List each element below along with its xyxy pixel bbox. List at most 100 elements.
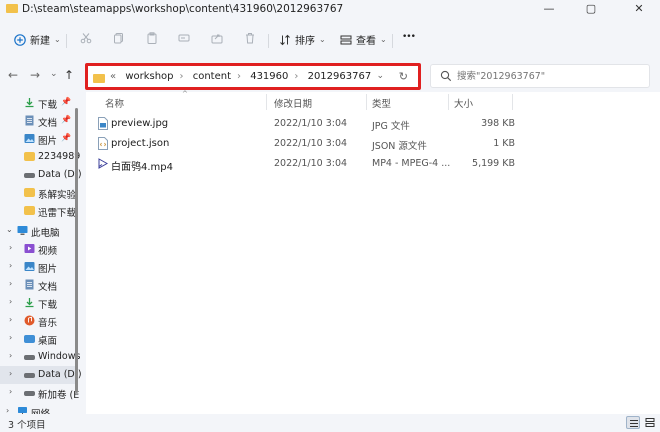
share-icon bbox=[211, 34, 223, 44]
more-options-button[interactable]: ••• bbox=[402, 32, 416, 42]
table-row[interactable]: project.json 2022/1/10 3:04 JSON 源文件 1 K… bbox=[86, 134, 660, 154]
details-view-icon bbox=[630, 420, 638, 427]
maximize-button[interactable]: ▢ bbox=[580, 2, 602, 15]
sort-button[interactable]: 排序 ⌄ bbox=[279, 32, 326, 47]
folder-icon bbox=[24, 152, 35, 161]
folder-icon bbox=[24, 188, 35, 197]
document-icon bbox=[25, 115, 34, 126]
chevron-down-icon: ⌄ bbox=[380, 35, 387, 44]
sort-label: 排序 bbox=[295, 36, 315, 47]
item-count: 3 个项目 bbox=[8, 420, 46, 431]
sidebar-item-downloads-pc[interactable]: › 下载 bbox=[0, 294, 78, 312]
sidebar-item-pictures-pc[interactable]: › 图片 bbox=[0, 258, 78, 276]
column-header-type[interactable]: 类型 bbox=[372, 96, 391, 110]
sidebar-item-documents-pc[interactable]: › 文档 bbox=[0, 276, 78, 294]
address-dropdown-button[interactable]: ⌄ bbox=[376, 71, 384, 81]
column-header-name[interactable]: 名称 bbox=[105, 96, 124, 110]
sidebar-item-videos[interactable]: › 视频 bbox=[0, 240, 78, 258]
breadcrumb-overflow[interactable]: « bbox=[110, 71, 116, 82]
drive-icon bbox=[24, 173, 35, 178]
address-bar[interactable]: « workshop › content › 431960 › 2012963767 … bbox=[85, 63, 421, 90]
copy-button[interactable] bbox=[113, 32, 125, 44]
window-title: D:\steam\steamapps\workshop\content\4319… bbox=[22, 3, 344, 15]
navigation-row: ← → ⌄ ↑ « workshop › content › 431960 › 201… bbox=[0, 58, 660, 92]
breadcrumb: « workshop › content › 431960 › 2012963767 bbox=[110, 71, 371, 82]
rename-button[interactable] bbox=[178, 32, 190, 44]
title-bar: D:\steam\steamapps\workshop\content\4319… bbox=[0, 0, 660, 22]
chevron-right-icon: › bbox=[9, 243, 13, 252]
sidebar-item-xunlei[interactable]: 迅雷下载 bbox=[0, 202, 78, 220]
pictures-icon bbox=[24, 134, 35, 143]
delete-button[interactable] bbox=[244, 32, 256, 44]
drive-icon bbox=[24, 373, 35, 378]
column-divider[interactable] bbox=[448, 94, 449, 110]
video-icon bbox=[24, 244, 35, 253]
refresh-button[interactable]: ↻ bbox=[399, 70, 408, 83]
download-icon bbox=[25, 298, 34, 308]
rename-icon bbox=[178, 34, 190, 42]
breadcrumb-content[interactable]: content bbox=[193, 71, 231, 82]
chevron-right-icon: › bbox=[9, 279, 13, 288]
sort-ascending-icon: ^ bbox=[182, 90, 188, 98]
breadcrumb-2012963767[interactable]: 2012963767 bbox=[308, 71, 372, 82]
search-box[interactable] bbox=[430, 64, 650, 88]
tiles-view-button[interactable] bbox=[643, 416, 657, 429]
chevron-right-icon: › bbox=[9, 315, 13, 324]
table-row[interactable]: preview.jpg 2022/1/10 3:04 JPG 文件 398 KB bbox=[86, 114, 660, 134]
breadcrumb-431960[interactable]: 431960 bbox=[250, 71, 288, 82]
paste-button[interactable] bbox=[146, 32, 158, 44]
sidebar-item-downloads[interactable]: 下载 📌 bbox=[0, 94, 78, 112]
sidebar-item-documents[interactable]: 文档 📌 bbox=[0, 112, 78, 130]
pictures-icon bbox=[24, 262, 35, 271]
sidebar-scrollbar[interactable] bbox=[75, 108, 78, 393]
sidebar-item-desktop[interactable]: › 桌面 bbox=[0, 330, 78, 348]
recent-locations-button[interactable]: ⌄ bbox=[50, 69, 58, 79]
scissors-icon bbox=[80, 33, 92, 44]
command-bar: 新建 ⌄ 排序 ⌄ 查看 ⌄ ••• bbox=[0, 26, 660, 54]
plus-circle-icon bbox=[14, 33, 26, 46]
breadcrumb-workshop[interactable]: workshop bbox=[125, 71, 173, 82]
table-row[interactable]: 白面鸮4.mp4 2022/1/10 3:04 MP4 - MPEG-4 ...… bbox=[86, 154, 660, 174]
tiles-view-icon bbox=[645, 418, 655, 427]
download-icon bbox=[25, 98, 34, 108]
search-input[interactable] bbox=[457, 68, 642, 84]
new-button[interactable]: 新建 ⌄ bbox=[14, 32, 61, 47]
sidebar-item-pictures[interactable]: 图片 📌 bbox=[0, 130, 78, 148]
column-header-date[interactable]: 修改日期 bbox=[274, 96, 312, 110]
view-button[interactable]: 查看 ⌄ bbox=[340, 32, 387, 47]
column-header-size[interactable]: 大小 bbox=[454, 96, 473, 110]
back-button[interactable]: ← bbox=[8, 68, 18, 82]
sidebar-item-data-d[interactable]: Data (D:) bbox=[0, 166, 82, 184]
sidebar-item-windows[interactable]: › Windows bbox=[0, 348, 80, 366]
chevron-right-icon: › bbox=[294, 71, 299, 82]
sidebar-item-this-pc[interactable]: ⌄ 此电脑 bbox=[0, 222, 78, 240]
toolbar-divider bbox=[392, 34, 393, 48]
cut-button[interactable] bbox=[80, 32, 92, 44]
details-view-button[interactable] bbox=[626, 416, 640, 429]
forward-button[interactable]: → bbox=[30, 68, 40, 82]
search-icon bbox=[440, 70, 452, 82]
sidebar-item-new-volume-e[interactable]: › 新加卷 (E bbox=[0, 384, 79, 402]
sidebar-item-xijie[interactable]: 系解实验 bbox=[0, 184, 78, 202]
chevron-down-icon: ⌄ bbox=[319, 35, 326, 44]
image-file-icon bbox=[98, 117, 108, 130]
file-list: ^ 名称 修改日期 类型 大小 preview.jpg 2022/1/10 3:… bbox=[86, 90, 660, 414]
chevron-right-icon: › bbox=[237, 71, 242, 82]
column-divider[interactable] bbox=[512, 94, 513, 110]
copy-icon bbox=[114, 33, 123, 44]
sidebar-item-data-d-pc[interactable]: › Data (D:) bbox=[0, 366, 82, 384]
drive-icon bbox=[24, 355, 35, 360]
column-divider[interactable] bbox=[266, 94, 267, 110]
column-divider[interactable] bbox=[366, 94, 367, 110]
share-button[interactable] bbox=[211, 32, 223, 44]
trash-icon bbox=[246, 33, 254, 44]
view-list-icon bbox=[340, 35, 352, 44]
folder-icon bbox=[24, 206, 35, 215]
close-button[interactable]: ✕ bbox=[628, 2, 650, 15]
sidebar-item-music[interactable]: › 音乐 bbox=[0, 312, 78, 330]
minimize-button[interactable]: — bbox=[538, 2, 560, 15]
chevron-right-icon: › bbox=[9, 369, 13, 378]
sidebar-item-2234989[interactable]: 2234989 bbox=[0, 148, 80, 166]
navigation-pane: 下载 📌 文档 📌 图片 📌 2234989 Data (D:) 系解实验 迅雷… bbox=[0, 92, 82, 420]
up-button[interactable]: ↑ bbox=[64, 68, 74, 82]
